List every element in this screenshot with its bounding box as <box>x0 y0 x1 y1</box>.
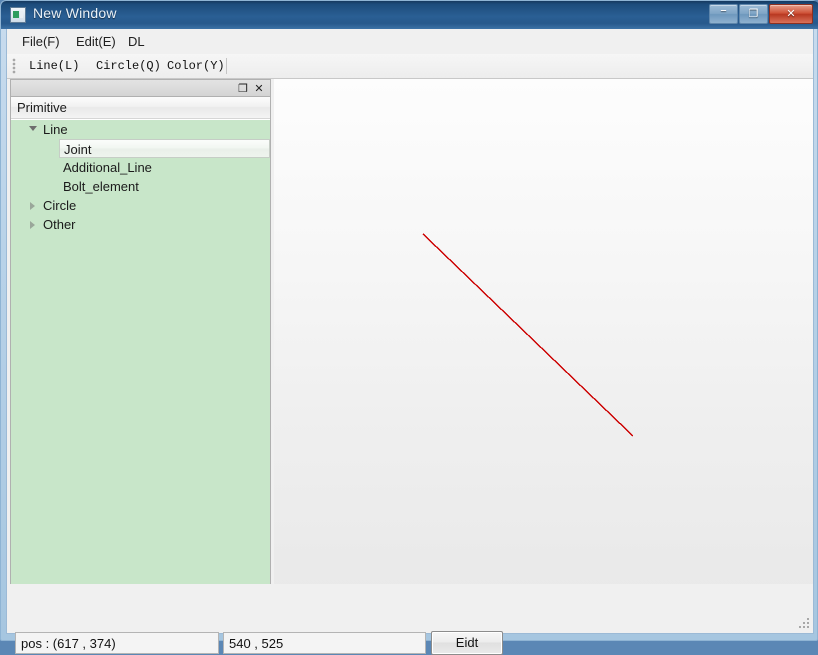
tree-item-other[interactable]: Other <box>11 215 270 234</box>
app-icon <box>10 7 26 23</box>
chevron-right-icon[interactable] <box>30 202 35 210</box>
close-button[interactable]: ✕ <box>769 4 813 24</box>
tree-item-circle[interactable]: Circle <box>11 196 270 215</box>
close-icon: ✕ <box>786 7 796 20</box>
tool-bar: Line(L) Circle(Q) Color(Y) <box>7 54 813 79</box>
tree-item-label: Bolt_element <box>63 179 139 194</box>
menu-item-dl[interactable]: DL <box>121 32 152 51</box>
drawn-line-shape[interactable] <box>422 233 634 437</box>
tree-item-bolt-element[interactable]: Bolt_element <box>11 177 270 196</box>
tree-item-label: Line <box>43 122 68 137</box>
toolbar-drag-grip[interactable] <box>12 58 16 74</box>
panel-close-icon[interactable]: ✕ <box>252 82 266 96</box>
menu-item-file[interactable]: File(F) <box>15 32 67 51</box>
dock-panel-caption[interactable]: ❐ ✕ <box>10 79 271 97</box>
tree-header-label: Primitive <box>11 97 270 119</box>
chevron-down-icon[interactable] <box>29 126 37 131</box>
minimize-icon: – <box>720 3 727 18</box>
status-bar: pos : (617 , 374) 540 , 525 Eidt <box>7 584 813 655</box>
coordinate-status-field[interactable]: 540 , 525 <box>223 632 426 654</box>
window-title: New Window <box>33 5 117 21</box>
menu-item-edit[interactable]: Edit(E) <box>69 32 123 51</box>
tool-button-circle[interactable]: Circle(Q) <box>92 57 165 75</box>
tree-item-joint[interactable]: Joint <box>59 139 270 158</box>
dock-panel-body: Primitive Line Joint Additional_Line Bol… <box>10 97 271 624</box>
application-window: New Window – ❐ ✕ File(F) Edit(E) DL Line… <box>0 0 818 655</box>
drawing-canvas[interactable] <box>274 79 813 624</box>
resize-grip[interactable] <box>798 617 810 629</box>
tree-item-label: Other <box>43 217 76 232</box>
tool-button-color[interactable]: Color(Y) <box>163 57 229 75</box>
client-area: File(F) Edit(E) DL Line(L) Circle(Q) Col… <box>6 29 814 655</box>
tree-item-label: Joint <box>64 142 92 157</box>
float-icon[interactable]: ❐ <box>236 82 250 96</box>
tree-item-label: Circle <box>43 198 77 213</box>
maximize-button[interactable]: ❐ <box>739 4 768 24</box>
minimize-button[interactable]: – <box>709 4 738 24</box>
edit-button[interactable]: Eidt <box>431 631 503 655</box>
maximize-icon: ❐ <box>748 7 759 20</box>
tree-item-label: Additional_Line <box>63 160 152 175</box>
toolbar-separator <box>226 58 227 74</box>
tree-item-additional-line[interactable]: Additional_Line <box>11 158 270 177</box>
canvas-svg <box>422 233 634 437</box>
chevron-right-icon[interactable] <box>30 221 35 229</box>
tool-button-line[interactable]: Line(L) <box>25 57 83 75</box>
primitive-tree[interactable]: Line Joint Additional_Line Bolt_element … <box>11 120 270 623</box>
tree-item-line[interactable]: Line <box>11 120 270 139</box>
position-status-field[interactable]: pos : (617 , 374) <box>15 632 219 654</box>
menu-bar: File(F) Edit(E) DL <box>7 29 813 55</box>
window-titlebar[interactable]: New Window – ❐ ✕ <box>1 1 818 29</box>
primitive-dock-panel: ❐ ✕ Primitive Line Joint Additional_Line <box>10 79 271 624</box>
